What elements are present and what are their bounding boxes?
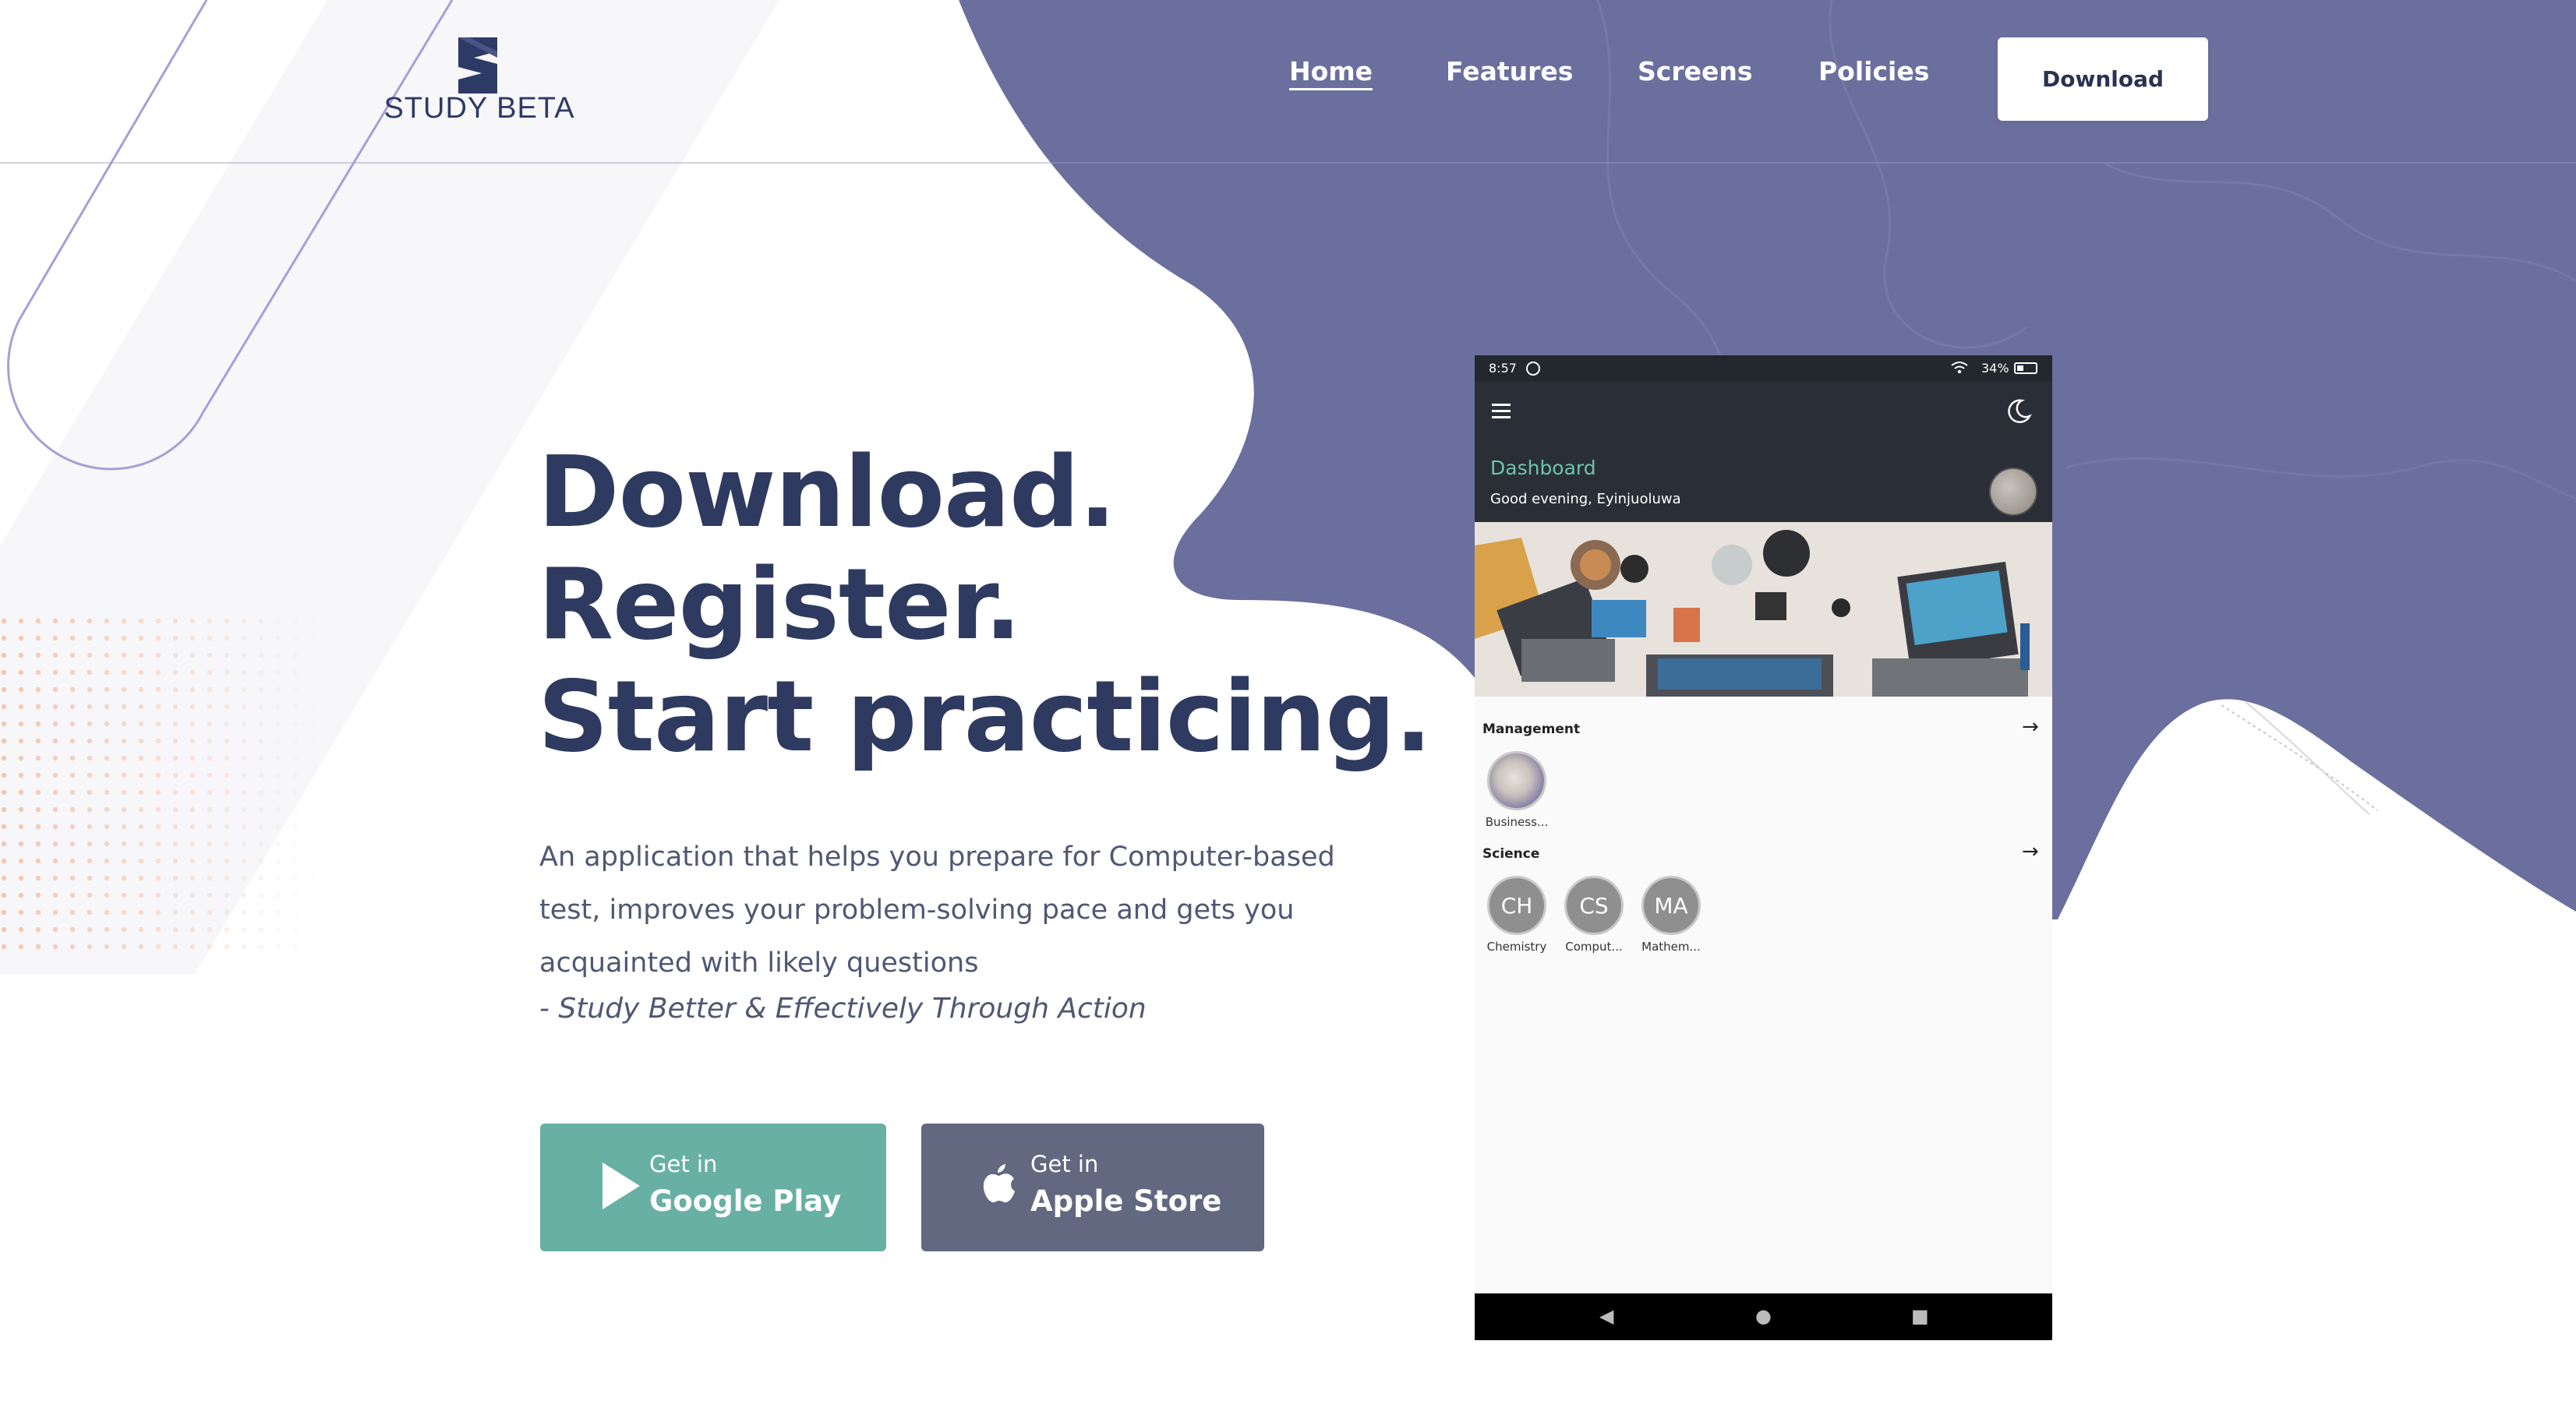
headline-line-3: Start practicing. <box>538 659 1432 774</box>
course-label-computer: Comput... <box>1565 940 1623 954</box>
google-play-button[interactable]: Get in Google Play <box>540 1124 886 1251</box>
course-label-mathematics: Mathem... <box>1641 940 1701 954</box>
course-computer-avatar[interactable]: CS <box>1564 876 1624 935</box>
nav-home[interactable]: Home <box>1289 56 1373 90</box>
dashboard-banner-image <box>1475 522 2052 697</box>
course-chemistry-avatar[interactable]: CH <box>1487 876 1546 935</box>
headline-line-2: Register. <box>538 547 1022 662</box>
description-line-3: acquainted with likely questions <box>539 947 979 979</box>
logo-mark-icon <box>458 37 497 94</box>
apple-icon <box>983 1164 1015 1203</box>
course-mathematics-avatar[interactable]: MA <box>1641 876 1701 935</box>
phone-time: 8:57 <box>1489 361 1517 376</box>
course-label-chemistry: Chemistry <box>1486 940 1547 954</box>
phone-status-bar: 8:57 34% <box>1475 355 2052 382</box>
avatar[interactable] <box>1989 468 2037 516</box>
logo-text: STUDY BETA <box>383 92 575 125</box>
course-label-business: Business... <box>1485 815 1549 829</box>
arrow-right-icon[interactable]: → <box>2022 842 2039 862</box>
description-line-1: An application that helps you prepare fo… <box>539 842 1335 873</box>
nav-policies[interactable]: Policies <box>1818 56 1929 86</box>
hamburger-menu-icon[interactable] <box>1492 404 1511 422</box>
description-line-2: test, improves your problem-solving pace… <box>539 894 1295 926</box>
battery-percent: 34% <box>1981 361 2009 376</box>
nav-features[interactable]: Features <box>1446 56 1573 86</box>
battery-icon <box>2014 362 2037 374</box>
arrow-right-icon[interactable]: → <box>2022 717 2039 737</box>
notification-icon <box>1526 362 1540 376</box>
logo[interactable]: STUDY BETA <box>382 37 577 125</box>
hero-headline: Download. Register. Start practicing. <box>538 435 1432 774</box>
phone-mockup: 8:57 34% Dashboard Good evening, Eyinjuo… <box>1475 355 2052 1340</box>
download-button[interactable]: Download <box>1998 37 2208 121</box>
moon-icon[interactable] <box>2005 397 2033 425</box>
section-title-science: Science <box>1482 846 1540 862</box>
hero-tagline: - Study Better & Effectively Through Act… <box>539 993 1147 1025</box>
home-circle-icon[interactable]: ● <box>1755 1304 1772 1328</box>
apple-store-small-label: Get in <box>1030 1151 1099 1177</box>
google-play-small-label: Get in <box>649 1151 718 1177</box>
section-title-management: Management <box>1482 722 1581 737</box>
course-business-avatar[interactable] <box>1487 751 1546 810</box>
recents-square-icon[interactable]: ■ <box>1911 1304 1929 1328</box>
dashboard-title: Dashboard <box>1490 457 1596 479</box>
google-play-big-label: Google Play <box>649 1184 842 1218</box>
headline-line-1: Download. <box>538 435 1116 549</box>
apple-store-big-label: Apple Store <box>1030 1184 1222 1218</box>
wifi-icon <box>1951 362 1968 374</box>
play-icon <box>602 1163 640 1209</box>
back-icon[interactable]: ◀ <box>1599 1304 1613 1328</box>
greeting-text: Good evening, Eyinjuoluwa <box>1490 491 1681 507</box>
apple-store-button[interactable]: Get in Apple Store <box>921 1124 1264 1251</box>
phone-nav-bar: ◀ ● ■ <box>1475 1293 2052 1340</box>
nav-screens[interactable]: Screens <box>1638 56 1753 86</box>
hero-description: An application that helps you prepare fo… <box>539 831 1420 990</box>
header-divider <box>0 162 2576 164</box>
phone-app-bar: Dashboard Good evening, Eyinjuoluwa <box>1475 382 2052 522</box>
